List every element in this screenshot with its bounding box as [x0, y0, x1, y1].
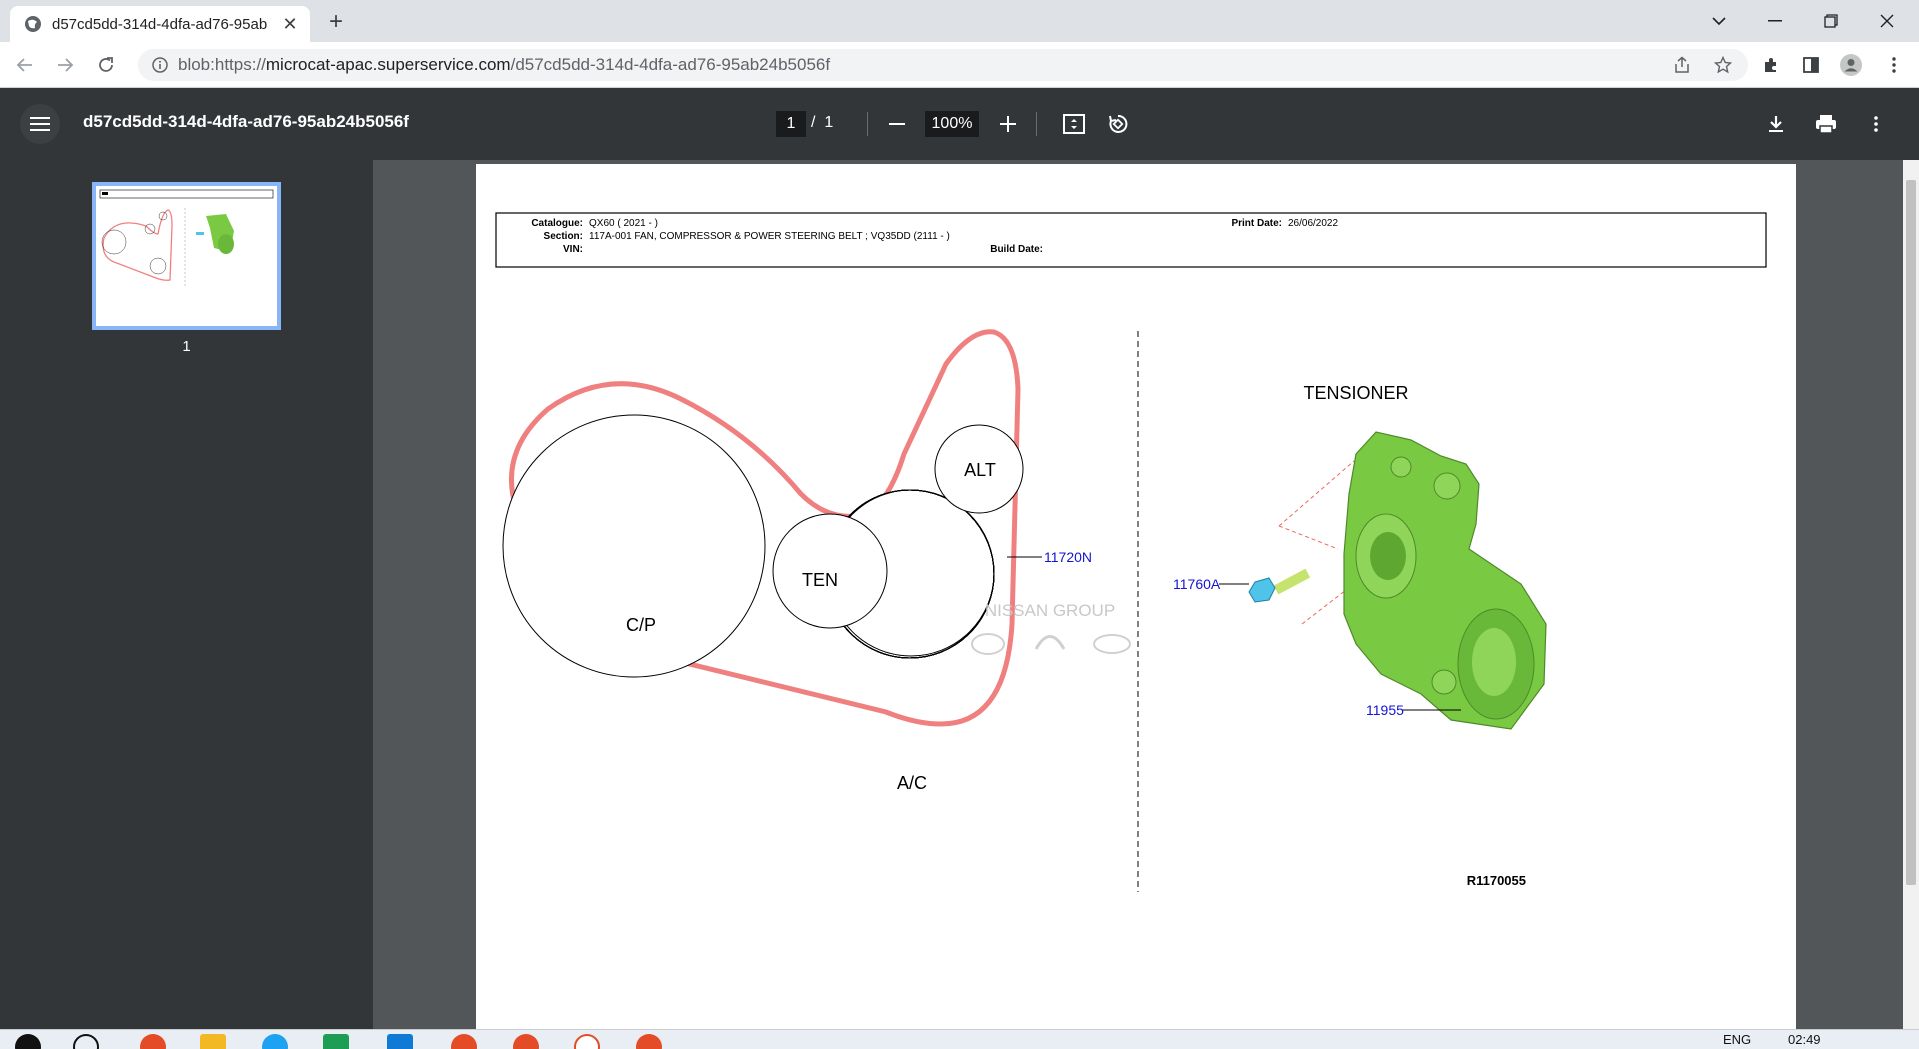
pdf-menu-button[interactable] — [20, 104, 60, 144]
extensions-icon[interactable] — [1756, 50, 1786, 80]
tab-search-icon[interactable] — [1691, 0, 1747, 42]
figure-id: R1170055 — [1467, 873, 1526, 888]
nissan-logo — [971, 633, 1005, 655]
info-icon[interactable] — [152, 57, 168, 73]
forward-button[interactable] — [50, 50, 80, 80]
datsun-logo — [1093, 634, 1131, 654]
print-date-value: 26/06/2022 — [1288, 218, 1338, 229]
chrome-app-icon-4[interactable] — [636, 1034, 662, 1049]
pdf-viewer: Catalogue: QX60 ( 2021 - ) Section: 117A… — [373, 160, 1903, 1029]
page-separator: / — [811, 114, 816, 131]
zoom-out-button[interactable] — [881, 108, 913, 140]
pdf-page: Catalogue: QX60 ( 2021 - ) Section: 117A… — [476, 164, 1796, 1029]
pulley-ten-label: TEN — [802, 570, 838, 590]
part-link-11720N[interactable]: 11720N — [1044, 549, 1092, 565]
zoom-level-input[interactable]: 100% — [925, 111, 979, 137]
build-date-label: Build Date: — [990, 244, 1043, 255]
bookmark-star-icon[interactable] — [1708, 50, 1738, 80]
zoom-in-button[interactable] — [992, 108, 1024, 140]
url-text: blob:https://microcat-apac.superservice.… — [178, 55, 830, 75]
close-window-button[interactable] — [1859, 0, 1915, 42]
download-manager-icon[interactable] — [387, 1034, 413, 1049]
hamburger-icon — [30, 117, 50, 131]
parts-diagram: Catalogue: QX60 ( 2021 - ) Section: 117A… — [495, 212, 1767, 892]
print-icon[interactable] — [1810, 108, 1842, 140]
download-icon[interactable] — [1760, 108, 1792, 140]
vin-label: VIN: — [563, 244, 583, 255]
more-actions-icon[interactable] — [1860, 108, 1892, 140]
chrome-app-icon-3[interactable] — [513, 1034, 539, 1049]
back-button[interactable] — [10, 50, 40, 80]
restore-button[interactable] — [1803, 0, 1859, 42]
vertical-scrollbar[interactable] — [1903, 160, 1919, 1029]
new-tab-button[interactable]: + — [322, 9, 350, 37]
chrome-menu-icon[interactable] — [1879, 50, 1909, 80]
tensioner-title: TENSIONER — [1303, 383, 1408, 403]
page-total: 1 — [824, 114, 834, 131]
pulley-cp — [502, 414, 766, 678]
chrome-app-icon[interactable] — [140, 1034, 166, 1049]
reload-button[interactable] — [91, 50, 121, 80]
chrome-app-icon-2[interactable] — [451, 1034, 477, 1049]
globe-icon — [25, 16, 41, 32]
clock-time[interactable]: 02:49 — [1788, 1032, 1821, 1047]
windows-taskbar: ENG 02:49 — [0, 1029, 1919, 1049]
language-indicator[interactable]: ENG — [1723, 1032, 1751, 1047]
windows-start-icon[interactable] — [15, 1034, 41, 1049]
infiniti-logo — [1034, 635, 1066, 650]
page-count: / 1 — [811, 114, 833, 132]
toolbar-divider — [1036, 112, 1037, 136]
catalogue-value: QX60 ( 2021 - ) — [589, 218, 658, 229]
page-number-input[interactable]: 1 — [776, 111, 806, 137]
profile-avatar[interactable] — [1836, 50, 1866, 80]
pulley-cp-label: C/P — [626, 615, 656, 635]
share-icon[interactable] — [1667, 50, 1697, 80]
pdf-toolbar: d57cd5dd-314d-4dfa-ad76-95ab24b5056f 1 /… — [0, 88, 1919, 160]
tensioner-assembly — [1343, 431, 1547, 730]
browser-tab[interactable]: d57cd5dd-314d-4dfa-ad76-95ab ✕ — [10, 6, 310, 42]
url-host: microcat-apac.superservice.com — [265, 55, 511, 74]
part-link-11760A[interactable]: 11760A — [1173, 576, 1221, 592]
rotate-icon[interactable] — [1102, 108, 1134, 140]
bolt-part — [1248, 568, 1311, 603]
print-date-label: Print Date: — [1231, 218, 1282, 229]
url-scheme: blob:https:// — [178, 55, 266, 74]
part-link-11955[interactable]: 11955 — [1366, 702, 1404, 718]
file-explorer-icon[interactable] — [200, 1034, 226, 1049]
thumbnail-page-number: 1 — [182, 338, 191, 355]
tab-strip: d57cd5dd-314d-4dfa-ad76-95ab ✕ + — [0, 0, 1919, 42]
tab-close-icon[interactable]: ✕ — [280, 14, 300, 34]
thumbnail-sidebar: 1 — [0, 160, 373, 1029]
excel-app-icon[interactable] — [323, 1034, 349, 1049]
side-panel-icon[interactable] — [1796, 50, 1826, 80]
section-label: Section: — [544, 231, 583, 242]
url-path: /d57cd5dd-314d-4dfa-ad76-95ab24b5056f — [510, 55, 831, 74]
address-bar[interactable]: blob:https://microcat-apac.superservice.… — [138, 49, 1748, 81]
catalogue-label: Catalogue: — [531, 218, 583, 229]
scrollbar-thumb[interactable] — [1906, 180, 1916, 885]
search-icon[interactable] — [73, 1034, 99, 1049]
pulley-ac-label: A/C — [897, 773, 927, 793]
minimize-button[interactable] — [1747, 0, 1803, 42]
screen-recorder-icon[interactable] — [574, 1034, 600, 1049]
fit-page-icon[interactable] — [1058, 108, 1090, 140]
nissan-group-watermark: NISSAN GROUP — [985, 601, 1115, 620]
section-value: 117A-001 FAN, COMPRESSOR & POWER STEERIN… — [589, 231, 950, 242]
pdf-document-title: d57cd5dd-314d-4dfa-ad76-95ab24b5056f — [83, 112, 409, 131]
assembly-guide-lines — [1278, 460, 1355, 625]
page-thumbnail[interactable] — [92, 182, 281, 330]
skype-app-icon[interactable] — [262, 1034, 288, 1049]
pulley-alt-label: ALT — [964, 460, 996, 480]
tab-title: d57cd5dd-314d-4dfa-ad76-95ab — [52, 15, 268, 33]
browser-toolbar: blob:https://microcat-apac.superservice.… — [0, 42, 1919, 88]
toolbar-divider — [867, 112, 868, 136]
